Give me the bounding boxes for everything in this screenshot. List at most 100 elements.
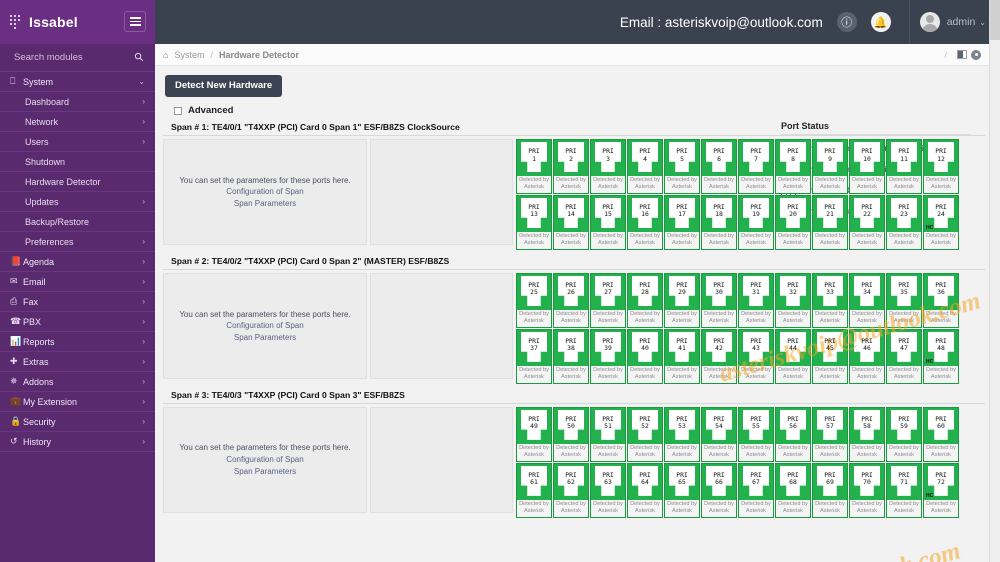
port-33[interactable]: PRI33Detected by Asterisk (812, 273, 848, 328)
port-4[interactable]: PRI4Detected by Asterisk (627, 139, 663, 194)
span-parameters-pane[interactable]: You can set the parameters for these por… (163, 139, 367, 245)
port-54[interactable]: PRI54Detected by Asterisk (701, 407, 737, 462)
port-3[interactable]: PRI3Detected by Asterisk (590, 139, 626, 194)
sidebar-item-extras[interactable]: ✚Extras› (0, 352, 155, 372)
sidebar-item-fax[interactable]: ⎙Fax› (0, 292, 155, 312)
port-9[interactable]: PRI9Detected by Asterisk (812, 139, 848, 194)
advanced-checkbox-row[interactable]: Advanced (174, 105, 989, 116)
port-51[interactable]: PRI51Detected by Asterisk (590, 407, 626, 462)
sidebar-item-security[interactable]: 🔒Security› (0, 412, 155, 432)
sidebar-item-system[interactable]: ⎕System⌄ (0, 72, 155, 92)
port-27[interactable]: PRI27Detected by Asterisk (590, 273, 626, 328)
port-49[interactable]: PRI49Detected by Asterisk (516, 407, 552, 462)
port-8[interactable]: PRI8Detected by Asterisk (775, 139, 811, 194)
bell-icon[interactable]: 🔔 (871, 12, 891, 32)
port-11[interactable]: PRI11Detected by Asterisk (886, 139, 922, 194)
port-71[interactable]: PRI71Detected by Asterisk (886, 463, 922, 518)
sidebar-item-reports[interactable]: 📊Reports› (0, 332, 155, 352)
port-1[interactable]: PRI1Detected by Asterisk (516, 139, 552, 194)
port-15[interactable]: PRI15Detected by Asterisk (590, 195, 626, 250)
port-16[interactable]: PRI16Detected by Asterisk (627, 195, 663, 250)
sidebar-item-email[interactable]: ✉Email› (0, 272, 155, 292)
port-50[interactable]: PRI50Detected by Asterisk (553, 407, 589, 462)
sidebar-search[interactable] (0, 44, 155, 72)
sidebar-item-addons[interactable]: ✵Addons› (0, 372, 155, 392)
port-53[interactable]: PRI53Detected by Asterisk (664, 407, 700, 462)
port-41[interactable]: PRI41Detected by Asterisk (664, 329, 700, 384)
port-45[interactable]: PRI45Detected by Asterisk (812, 329, 848, 384)
port-12[interactable]: PRI12Detected by Asterisk (923, 139, 959, 194)
port-62[interactable]: PRI62Detected by Asterisk (553, 463, 589, 518)
sidebar-item-backup-restore[interactable]: Backup/Restore (0, 212, 155, 232)
port-46[interactable]: PRI46Detected by Asterisk (849, 329, 885, 384)
span-parameters-pane[interactable]: You can set the parameters for these por… (163, 273, 367, 379)
sidebar-item-dashboard[interactable]: Dashboard› (0, 92, 155, 112)
port-36[interactable]: PRI36Detected by Asterisk (923, 273, 959, 328)
port-32[interactable]: PRI32Detected by Asterisk (775, 273, 811, 328)
home-icon[interactable]: ⌂ (163, 50, 168, 60)
port-43[interactable]: PRI43Detected by Asterisk (738, 329, 774, 384)
port-2[interactable]: PRI2Detected by Asterisk (553, 139, 589, 194)
port-28[interactable]: PRI28Detected by Asterisk (627, 273, 663, 328)
port-23[interactable]: PRI23Detected by Asterisk (886, 195, 922, 250)
port-42[interactable]: PRI42Detected by Asterisk (701, 329, 737, 384)
sidebar-item-preferences[interactable]: Preferences› (0, 232, 155, 252)
breadcrumb-parent[interactable]: System (174, 50, 204, 60)
port-72[interactable]: PRI72HCDetected by Asterisk (923, 463, 959, 518)
port-6[interactable]: PRI6Detected by Asterisk (701, 139, 737, 194)
port-21[interactable]: PRI21Detected by Asterisk (812, 195, 848, 250)
sidebar-item-my-extension[interactable]: 💼My Extension› (0, 392, 155, 412)
port-29[interactable]: PRI29Detected by Asterisk (664, 273, 700, 328)
port-56[interactable]: PRI56Detected by Asterisk (775, 407, 811, 462)
gear-icon[interactable] (971, 50, 981, 60)
sidebar-item-users[interactable]: Users› (0, 132, 155, 152)
sidebar-item-updates[interactable]: Updates› (0, 192, 155, 212)
advanced-checkbox[interactable] (174, 107, 182, 115)
port-37[interactable]: PRI37Detected by Asterisk (516, 329, 552, 384)
port-57[interactable]: PRI57Detected by Asterisk (812, 407, 848, 462)
port-69[interactable]: PRI69Detected by Asterisk (812, 463, 848, 518)
port-7[interactable]: PRI7Detected by Asterisk (738, 139, 774, 194)
sidebar-item-shutdown[interactable]: Shutdown (0, 152, 155, 172)
port-68[interactable]: PRI68Detected by Asterisk (775, 463, 811, 518)
port-5[interactable]: PRI5Detected by Asterisk (664, 139, 700, 194)
port-20[interactable]: PRI20Detected by Asterisk (775, 195, 811, 250)
port-59[interactable]: PRI59Detected by Asterisk (886, 407, 922, 462)
port-55[interactable]: PRI55Detected by Asterisk (738, 407, 774, 462)
port-60[interactable]: PRI60Detected by Asterisk (923, 407, 959, 462)
scrollbar-thumb[interactable] (990, 0, 1000, 40)
port-22[interactable]: PRI22Detected by Asterisk (849, 195, 885, 250)
port-30[interactable]: PRI30Detected by Asterisk (701, 273, 737, 328)
port-25[interactable]: PRI25Detected by Asterisk (516, 273, 552, 328)
port-58[interactable]: PRI58Detected by Asterisk (849, 407, 885, 462)
page-scrollbar[interactable] (989, 0, 1000, 562)
port-13[interactable]: PRI13Detected by Asterisk (516, 195, 552, 250)
port-18[interactable]: PRI18Detected by Asterisk (701, 195, 737, 250)
port-47[interactable]: PRI47Detected by Asterisk (886, 329, 922, 384)
window-icon[interactable] (957, 50, 967, 59)
sidebar-item-agenda[interactable]: 📕Agenda› (0, 252, 155, 272)
sidebar-item-network[interactable]: Network› (0, 112, 155, 132)
port-52[interactable]: PRI52Detected by Asterisk (627, 407, 663, 462)
port-31[interactable]: PRI31Detected by Asterisk (738, 273, 774, 328)
port-24[interactable]: PRI24HCDetected by Asterisk (923, 195, 959, 250)
detect-new-hardware-button[interactable]: Detect New Hardware (165, 75, 282, 97)
span-parameters-pane[interactable]: You can set the parameters for these por… (163, 407, 367, 513)
port-14[interactable]: PRI14Detected by Asterisk (553, 195, 589, 250)
port-67[interactable]: PRI67Detected by Asterisk (738, 463, 774, 518)
info-icon[interactable]: ⓘ (837, 12, 857, 32)
search-input[interactable] (12, 51, 122, 64)
port-38[interactable]: PRI38Detected by Asterisk (553, 329, 589, 384)
port-61[interactable]: PRI61Detected by Asterisk (516, 463, 552, 518)
sidebar-item-history[interactable]: ↺History› (0, 432, 155, 452)
port-17[interactable]: PRI17Detected by Asterisk (664, 195, 700, 250)
port-64[interactable]: PRI64Detected by Asterisk (627, 463, 663, 518)
port-19[interactable]: PRI19Detected by Asterisk (738, 195, 774, 250)
user-menu[interactable]: admin ⌄ (910, 12, 1000, 32)
port-44[interactable]: PRI44Detected by Asterisk (775, 329, 811, 384)
sidebar-item-hardware-detector[interactable]: Hardware Detector (0, 172, 155, 192)
port-65[interactable]: PRI65Detected by Asterisk (664, 463, 700, 518)
port-63[interactable]: PRI63Detected by Asterisk (590, 463, 626, 518)
port-70[interactable]: PRI70Detected by Asterisk (849, 463, 885, 518)
hamburger-icon[interactable] (124, 11, 146, 32)
